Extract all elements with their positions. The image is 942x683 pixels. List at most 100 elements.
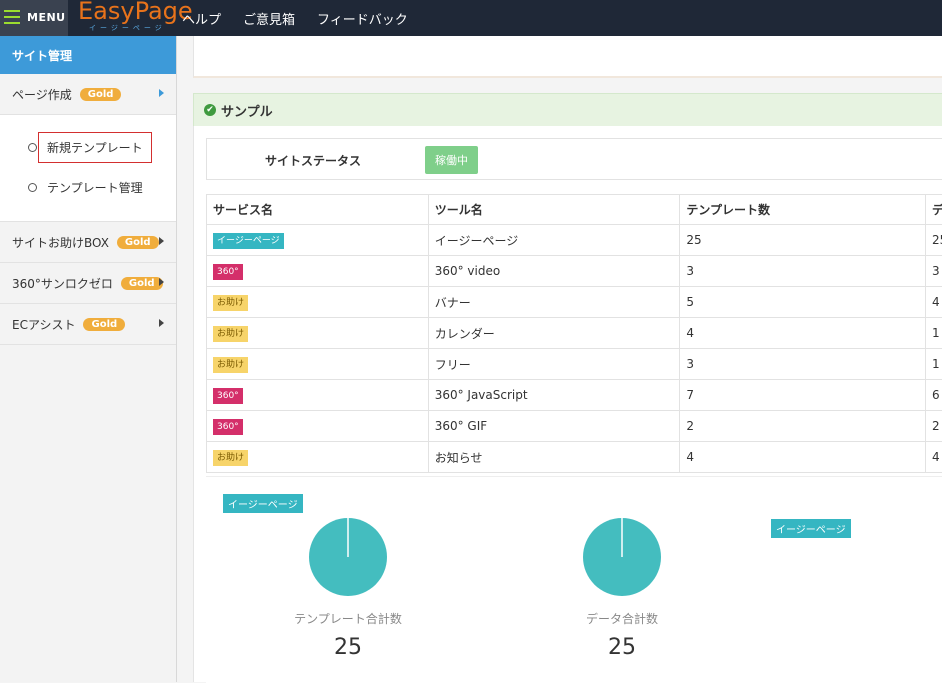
service-tag: 360° bbox=[213, 264, 243, 280]
sidebar-item-label: ECアシスト bbox=[12, 316, 75, 333]
cell-tool: バナー bbox=[428, 287, 680, 318]
chart-area: イージーページ イージーページ テンプレート合計数 25 データ合計数 25 bbox=[206, 476, 942, 683]
cell-data: 4 bbox=[926, 287, 942, 318]
nav-feedback-box-link[interactable]: ご意見箱 bbox=[243, 9, 295, 28]
main-content: ✔ サンプル サイトステータス 稼働中 サービス名 ツール名 テンプレート数 デ… bbox=[177, 36, 942, 682]
column-header: デ bbox=[926, 195, 942, 225]
menu-button[interactable]: MENU bbox=[0, 0, 68, 36]
hamburger-icon bbox=[4, 10, 20, 24]
column-header: ツール名 bbox=[428, 195, 680, 225]
caret-right-icon bbox=[159, 278, 164, 286]
caret-right-icon bbox=[159, 89, 164, 97]
table-header-row: サービス名 ツール名 テンプレート数 デ bbox=[207, 195, 942, 225]
sidebar-subitem-new-template[interactable]: 新規テンプレート bbox=[0, 127, 176, 167]
top-nav: ヘルプ ご意見箱 フィードバック bbox=[182, 0, 430, 36]
gold-badge: Gold bbox=[117, 236, 159, 249]
logo-subtext: イージーページ bbox=[89, 23, 166, 33]
service-tag: お助け bbox=[213, 450, 248, 466]
cell-service: お助け bbox=[207, 442, 429, 473]
cell-templates: 5 bbox=[680, 287, 926, 318]
cell-tool: 360° GIF bbox=[428, 411, 680, 442]
top-navbar: MENU EasyPage イージーページ ヘルプ ご意見箱 フィードバック bbox=[0, 0, 942, 36]
service-tag: お助け bbox=[213, 357, 248, 373]
service-tag: イージーページ bbox=[223, 494, 303, 513]
site-status-label: サイトステータス bbox=[265, 152, 361, 169]
panel-title: サンプル bbox=[221, 101, 273, 120]
sidebar-sub-list: 新規テンプレート テンプレート管理 bbox=[0, 115, 176, 222]
circle-icon bbox=[28, 183, 37, 192]
cell-data: 25 bbox=[926, 225, 942, 256]
sidebar-item-ec-assist[interactable]: ECアシスト Gold bbox=[0, 304, 176, 345]
gold-badge: Gold bbox=[83, 318, 125, 331]
sidebar-item-page-create[interactable]: ページ作成 Gold bbox=[0, 74, 176, 115]
cell-service: お助け bbox=[207, 287, 429, 318]
gold-badge: Gold bbox=[80, 88, 122, 101]
sidebar-item-360[interactable]: 360°サンロクゼロ Gold bbox=[0, 263, 176, 304]
pie-label: データ合計数 bbox=[542, 610, 702, 627]
cell-data: 6 bbox=[926, 380, 942, 411]
table-row: 360°360° GIF22 bbox=[207, 411, 942, 442]
cell-service: お助け bbox=[207, 349, 429, 380]
cell-templates: 4 bbox=[680, 318, 926, 349]
service-tag: 360° bbox=[213, 388, 243, 404]
table-row: イージーページイージーページ2525 bbox=[207, 225, 942, 256]
panel-header: ✔ サンプル bbox=[193, 93, 942, 127]
cell-tool: 360° JavaScript bbox=[428, 380, 680, 411]
sidebar: サイト管理 ページ作成 Gold 新規テンプレート テンプレート管理 サイトお助… bbox=[0, 36, 177, 682]
cell-data: 1 bbox=[926, 318, 942, 349]
pie-chart-templates bbox=[308, 517, 388, 597]
caret-right-icon bbox=[159, 237, 164, 245]
cell-templates: 7 bbox=[680, 380, 926, 411]
cell-tool: 360° video bbox=[428, 256, 680, 287]
sidebar-item-label: ページ作成 bbox=[12, 86, 72, 103]
service-tag: 360° bbox=[213, 419, 243, 435]
table-row: お助け カレンダー41 bbox=[207, 318, 942, 349]
cell-templates: 3 bbox=[680, 349, 926, 380]
service-tag: お助け bbox=[213, 295, 248, 311]
cell-data: 1 bbox=[926, 349, 942, 380]
logo-text: EasyPage bbox=[78, 0, 193, 25]
cell-service: 360° bbox=[207, 256, 429, 287]
cell-data: 2 bbox=[926, 411, 942, 442]
sidebar-item-label: 360°サンロクゼロ bbox=[12, 275, 113, 292]
cell-templates: 4 bbox=[680, 442, 926, 473]
menu-label: MENU bbox=[27, 11, 66, 24]
pie-value: 25 bbox=[542, 635, 702, 660]
nav-help-link[interactable]: ヘルプ bbox=[182, 9, 221, 28]
pie-value: 25 bbox=[268, 635, 428, 660]
sidebar-subitem-label: テンプレート管理 bbox=[47, 179, 143, 196]
pie-label: テンプレート合計数 bbox=[268, 610, 428, 627]
sidebar-subitem-label: 新規テンプレート bbox=[38, 132, 152, 163]
panel-body: サイトステータス 稼働中 サービス名 ツール名 テンプレート数 デ イージーペー… bbox=[193, 126, 942, 682]
service-tag: イージーページ bbox=[771, 519, 851, 538]
cell-service: イージーページ bbox=[207, 225, 429, 256]
table-row: お助けお知らせ44 bbox=[207, 442, 942, 473]
sidebar-item-label: サイトお助けBOX bbox=[12, 234, 109, 251]
caret-right-icon bbox=[159, 319, 164, 327]
circle-icon bbox=[28, 143, 37, 152]
service-tag: イージーページ bbox=[213, 233, 284, 249]
cell-templates: 3 bbox=[680, 256, 926, 287]
sidebar-item-help-box[interactable]: サイトお助けBOX Gold bbox=[0, 222, 176, 263]
sidebar-header[interactable]: サイト管理 bbox=[0, 36, 176, 74]
cell-tool: カレンダー bbox=[428, 318, 680, 349]
cell-templates: 2 bbox=[680, 411, 926, 442]
cell-tool: イージーページ bbox=[428, 225, 680, 256]
cell-service: お助け bbox=[207, 318, 429, 349]
table-row: お助け フリー31 bbox=[207, 349, 942, 380]
sidebar-subitem-template-manage[interactable]: テンプレート管理 bbox=[0, 167, 176, 207]
cell-service: 360° bbox=[207, 411, 429, 442]
service-tag: お助け bbox=[213, 326, 248, 342]
pie-chart-data bbox=[582, 517, 662, 597]
table-row: 360° 360° JavaScript76 bbox=[207, 380, 942, 411]
cell-data: 4 bbox=[926, 442, 942, 473]
service-table: サービス名 ツール名 テンプレート数 デ イージーページイージーページ25253… bbox=[206, 194, 942, 473]
top-card bbox=[193, 36, 942, 78]
table-row: 360°360° video33 bbox=[207, 256, 942, 287]
nav-feedback-link[interactable]: フィードバック bbox=[317, 9, 408, 28]
column-header: サービス名 bbox=[207, 195, 429, 225]
cell-tool: フリー bbox=[428, 349, 680, 380]
cell-templates: 25 bbox=[680, 225, 926, 256]
gold-badge: Gold bbox=[121, 277, 163, 290]
cell-tool: お知らせ bbox=[428, 442, 680, 473]
